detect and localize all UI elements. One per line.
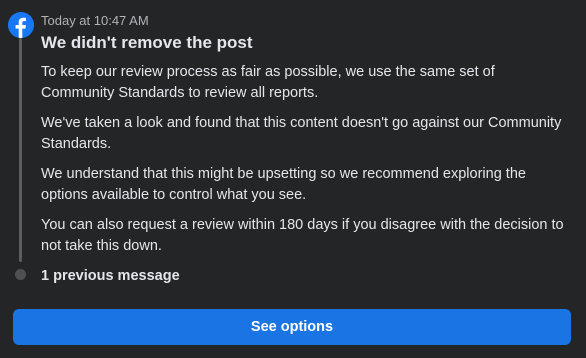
message-title: We didn't remove the post [41, 33, 253, 52]
notification-message-panel: Today at 10:47 AM We didn't remove the p… [0, 0, 586, 358]
thread-line [19, 38, 22, 262]
see-options-button[interactable]: See options [13, 309, 571, 345]
message-paragraph: You can also request a review within 180… [41, 217, 564, 254]
message-paragraph: We've taken a look and found that this c… [41, 115, 562, 152]
message-paragraph: We understand that this might be upsetti… [41, 166, 526, 203]
message-body: To keep our review process as fair as po… [41, 62, 571, 266]
message-timestamp: Today at 10:47 AM [41, 13, 149, 28]
previous-message-link[interactable]: 1 previous message [41, 266, 180, 286]
message-paragraph: To keep our review process as fair as po… [41, 64, 495, 101]
thread-dot-icon [15, 269, 26, 280]
facebook-logo-icon [8, 12, 34, 38]
